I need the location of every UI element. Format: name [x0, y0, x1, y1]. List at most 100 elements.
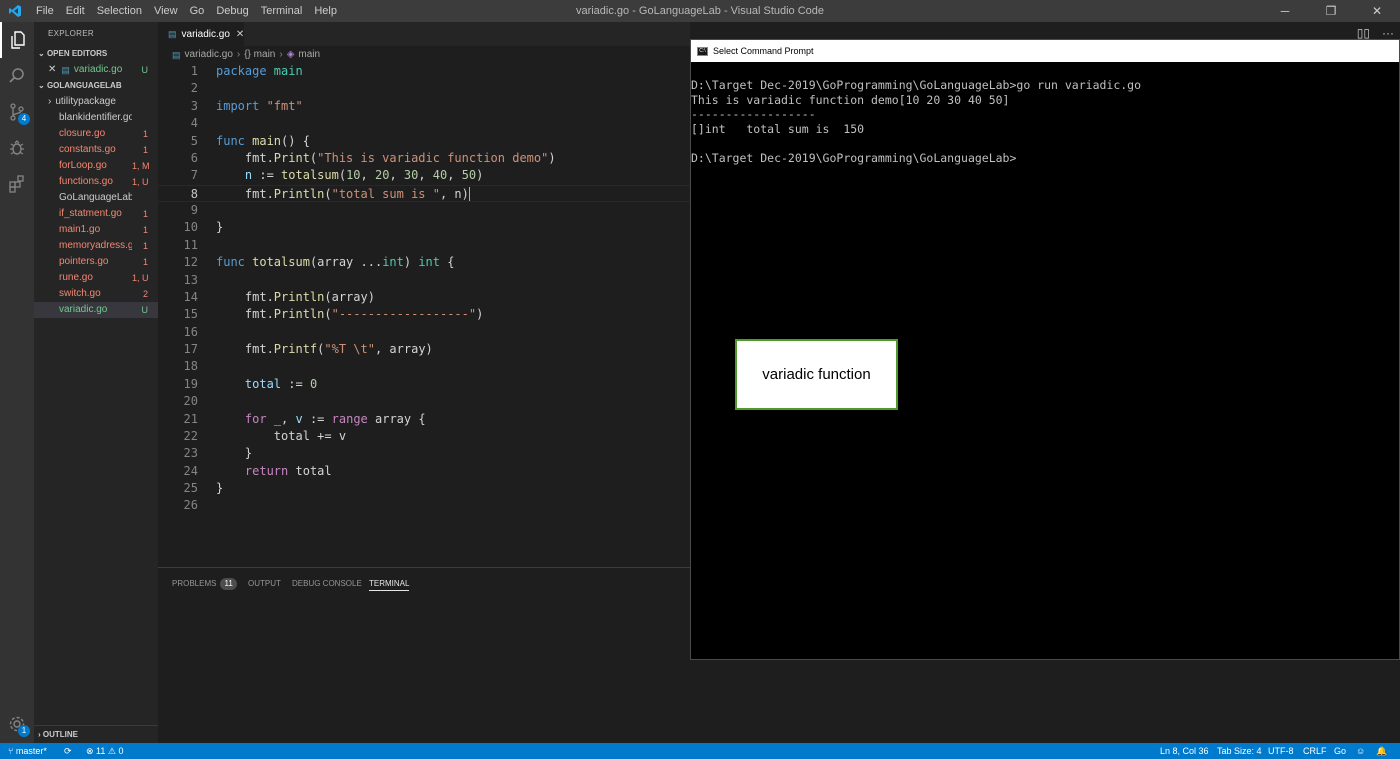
line-number: 10 — [183, 220, 198, 235]
close-icon[interactable]: ✕ — [48, 62, 56, 78]
file-name: blankidentifier.go — [59, 112, 132, 123]
restore-button[interactable]: ❐ — [1308, 0, 1354, 22]
tab-size[interactable]: Tab Size: 4 — [1217, 743, 1262, 759]
operator: := — [302, 411, 332, 426]
problems-status[interactable]: ⊗ 11 ⚠ 0 — [86, 743, 123, 759]
string: "fmt" — [259, 98, 303, 113]
line-number: 8 — [190, 186, 198, 201]
chevron-down-icon: ⌄ — [38, 81, 47, 90]
go-file-icon: ▤ — [172, 50, 181, 60]
breadcrumb-package[interactable]: {} main — [244, 47, 275, 63]
number: 20 — [374, 168, 390, 183]
language-mode[interactable]: Go — [1334, 743, 1346, 759]
console-output[interactable]: D:\Target Dec-2019\GoProgramming\GoLangu… — [691, 78, 1141, 165]
code-line: 11 — [158, 237, 690, 254]
line-number: 17 — [183, 342, 198, 356]
file-tree-item[interactable]: memoryadress.go 1 — [34, 238, 158, 254]
menu-edit[interactable]: Edit — [60, 0, 91, 22]
file-tree-item[interactable]: functions.go 1, U — [34, 174, 158, 190]
punctuation: () { — [281, 133, 310, 148]
number: 10 — [346, 168, 361, 183]
git-branch[interactable]: ⑂ master* — [8, 743, 47, 759]
string: "%T \t" — [324, 342, 375, 356]
keyword: import — [216, 98, 260, 113]
file-tree-item[interactable]: › utilitypackage — [34, 94, 158, 110]
menu-file[interactable]: File — [30, 0, 60, 22]
keyword: return — [244, 463, 289, 478]
tab-close-icon[interactable]: ✕ — [236, 29, 244, 40]
tab-output[interactable]: OUTPUT — [248, 577, 281, 591]
chevron-right-icon: › — [236, 49, 241, 60]
file-tree-item[interactable]: switch.go 2 — [34, 286, 158, 302]
vscode-logo-icon — [0, 0, 30, 22]
file-tree-item[interactable]: main1.go 1 — [34, 222, 158, 238]
sync-icon[interactable]: ⟳ — [64, 743, 72, 759]
type: int — [382, 255, 404, 270]
settings-gear-icon[interactable]: 1 — [0, 706, 34, 742]
tab-debug-console[interactable]: DEBUG CONSOLE — [292, 577, 362, 591]
tab-terminal[interactable]: TERMINAL — [369, 577, 410, 591]
tab-variadic-go[interactable]: ▤ variadic.go ✕ — [158, 22, 244, 46]
file-tree-item[interactable]: blankidentifier.go — [34, 110, 158, 126]
minimize-button[interactable]: ─ — [1262, 0, 1308, 22]
notifications-bell-icon[interactable]: 🔔 — [1376, 743, 1387, 759]
identifier: fmt. — [216, 307, 274, 322]
debug-icon[interactable] — [0, 130, 34, 166]
menu-selection[interactable]: Selection — [91, 0, 148, 22]
function-name: Println — [273, 289, 325, 304]
search-icon[interactable] — [0, 58, 34, 94]
tab-problems[interactable]: PROBLEMS 11 — [172, 577, 237, 591]
punctuation: } — [216, 446, 253, 461]
split-editor-icon[interactable]: ▯▯ — [1357, 26, 1370, 40]
file-tree-item[interactable]: closure.go 1 — [34, 126, 158, 142]
punctuation: , — [360, 168, 375, 183]
file-name: rune.go — [59, 272, 93, 283]
console-line: []int total sum is 150 — [691, 121, 865, 136]
menu-debug[interactable]: Debug — [210, 0, 254, 22]
punctuation: ) — [548, 150, 556, 165]
file-tree-item[interactable]: variadic.go U — [34, 302, 158, 318]
file-tree-item[interactable]: constants.go 1 — [34, 142, 158, 158]
file-tree-item[interactable]: if_statment.go 1 — [34, 206, 158, 222]
menu-terminal[interactable]: Terminal — [255, 0, 309, 22]
editor-tab-bar: ▤ variadic.go ✕ — [158, 22, 690, 46]
explorer-icon[interactable] — [0, 22, 34, 58]
feedback-icon[interactable]: ☺ — [1356, 743, 1365, 759]
project-header[interactable]: ⌄ GOLANGUAGELAB — [34, 78, 158, 94]
breadcrumb-function[interactable]: main — [298, 47, 320, 63]
open-editors-header[interactable]: ⌄ OPEN EDITORS — [34, 46, 158, 62]
line-number: 20 — [183, 394, 198, 409]
file-tree-item[interactable]: forLoop.go 1, M — [34, 158, 158, 174]
breadcrumb-file[interactable]: variadic.go — [185, 47, 233, 63]
identifier: fmt. — [216, 150, 274, 165]
file-name: utilitypackage — [55, 96, 116, 107]
code-line: 14 fmt.Println(array) — [158, 289, 690, 306]
line-ending[interactable]: CRLF — [1303, 743, 1327, 759]
menu-view[interactable]: View — [148, 0, 184, 22]
open-editor-variadic[interactable]: ✕ ▤ variadic.go U — [34, 62, 158, 78]
file-tree-item[interactable]: GoLanguageLab.exe — [34, 190, 158, 206]
file-tree-item[interactable]: rune.go 1, U — [34, 270, 158, 286]
menu-help[interactable]: Help — [308, 0, 343, 22]
source-control-icon[interactable]: 4 — [0, 94, 34, 130]
extensions-icon[interactable] — [0, 166, 34, 202]
more-actions-icon[interactable]: ··· — [1382, 26, 1394, 40]
cursor-position[interactable]: Ln 8, Col 36 — [1160, 743, 1209, 759]
line-number: 22 — [183, 428, 198, 443]
window-controls: ─ ❐ ✕ — [1262, 0, 1400, 22]
code-editor[interactable]: 1 package main 2 3 import "fmt" 4 5 func ma… — [158, 63, 690, 515]
encoding[interactable]: UTF-8 — [1268, 743, 1294, 759]
close-window-button[interactable]: ✕ — [1354, 0, 1400, 22]
bottom-panel: PROBLEMS 11 OUTPUT DEBUG CONSOLE TERMINAL — [158, 567, 690, 743]
code-line: 10} — [158, 219, 690, 236]
file-tree-item[interactable]: pointers.go 1 — [34, 254, 158, 270]
outline-header[interactable]: › OUTLINE — [34, 725, 158, 743]
file-name: main1.go — [59, 224, 101, 235]
vscode-window: File Edit Selection View Go Debug Termin… — [0, 0, 1400, 759]
string: "------------------" — [331, 307, 477, 322]
command-prompt-titlebar[interactable]: C:\ Select Command Prompt — [691, 40, 1399, 62]
file-name: pointers.go — [59, 256, 109, 267]
menu-go[interactable]: Go — [184, 0, 211, 22]
